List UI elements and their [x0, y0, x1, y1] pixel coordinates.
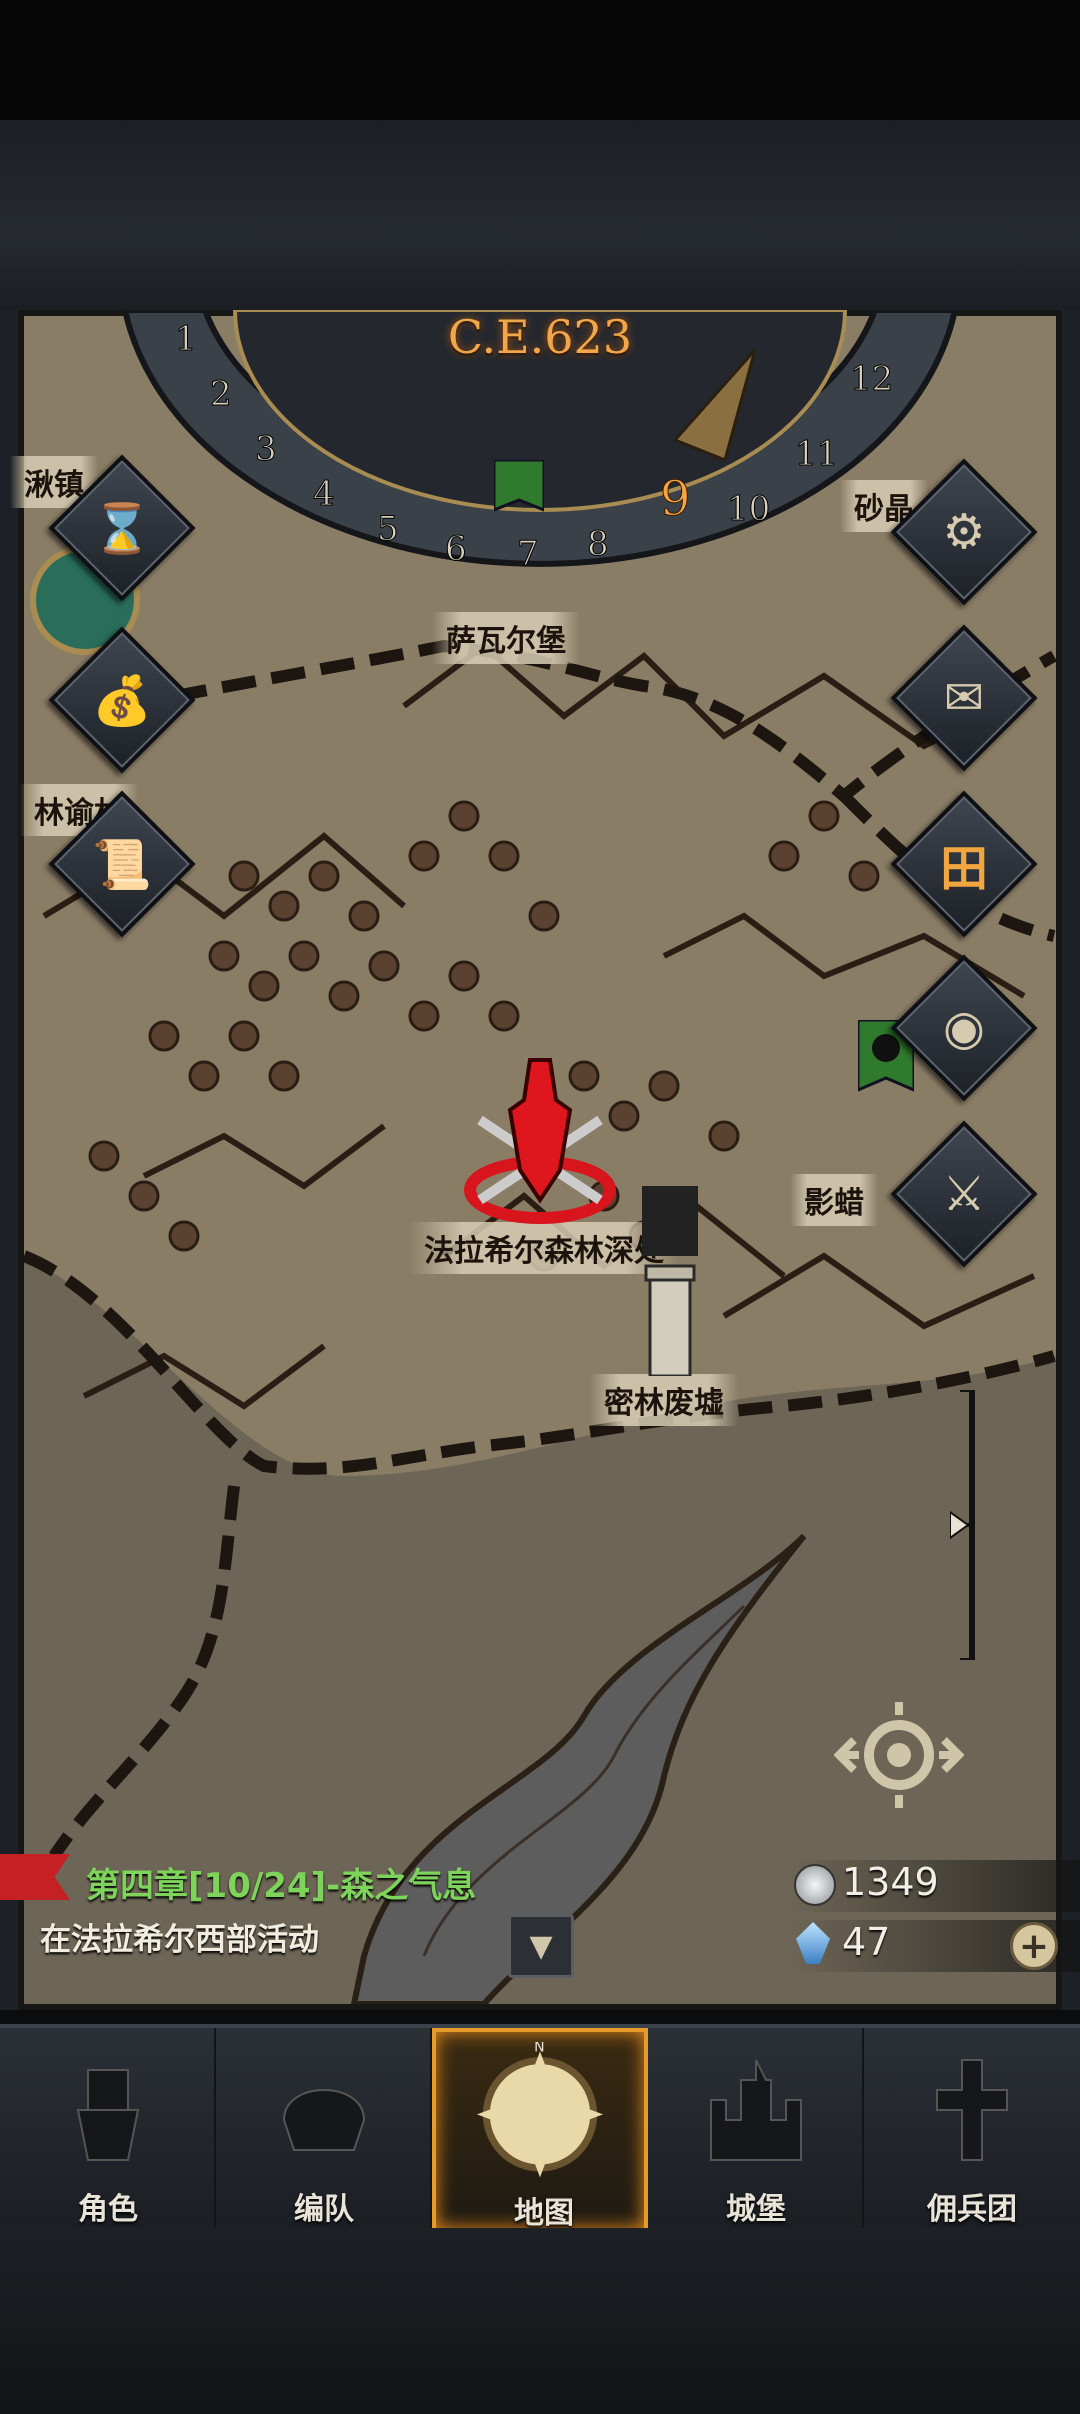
month-10: 10: [727, 489, 770, 529]
month-12: 12: [850, 359, 893, 399]
castle-icon: [710, 2059, 802, 2161]
map-label-ruins[interactable]: 密林废墟: [590, 1374, 738, 1426]
nav-character-label: 角色: [78, 2192, 138, 2227]
month-3: 3: [255, 429, 277, 469]
nav-character[interactable]: 角色: [0, 2028, 216, 2232]
ruins-tower-icon[interactable]: [640, 1186, 700, 1376]
current-location-marker[interactable]: [460, 1050, 620, 1230]
nav-formation[interactable]: 编队: [216, 2028, 432, 2232]
month-5: 5: [377, 509, 399, 549]
helmet-icon: [282, 2089, 366, 2151]
month-11: 11: [795, 434, 838, 474]
compass-north-label: N: [534, 2042, 544, 2055]
zoom-slider[interactable]: [950, 1390, 978, 1660]
nav-castle[interactable]: 城堡: [648, 2028, 864, 2232]
compass-icon: N: [477, 2042, 603, 2178]
bottom-nav: 角色 编队 N 地图 城堡 佣兵团: [0, 2024, 1080, 2232]
add-crystal-button[interactable]: +: [1010, 1922, 1058, 1970]
month-2: 2: [210, 374, 232, 414]
money-bag-icon: 💰: [92, 672, 152, 729]
top-frame: [0, 120, 1080, 314]
mercenary-icon: [936, 2059, 1008, 2161]
nav-castle-label: 城堡: [726, 2192, 786, 2227]
silver-amount: 1349: [842, 1860, 939, 1904]
status-bar: [0, 0, 1080, 120]
nav-map[interactable]: N 地图: [432, 2028, 648, 2232]
month-4: 4: [313, 474, 335, 514]
month-8: 8: [587, 524, 609, 564]
month-6: 6: [445, 529, 467, 569]
year-display: C.E.623: [447, 310, 633, 364]
left-frame: [0, 310, 18, 2010]
current-month: 9: [660, 471, 691, 527]
mail-icon: ✉: [943, 670, 985, 726]
month-1: 1: [175, 319, 197, 359]
map-label-shadow[interactable]: 影蜡: [790, 1174, 878, 1226]
hourglass-icon: ⌛: [92, 500, 152, 557]
drum-icon: ◉: [943, 1000, 985, 1056]
month-7: 7: [517, 534, 539, 574]
scroll-icon: 📜: [92, 836, 152, 893]
bottom-frame: [0, 2228, 1080, 2414]
fort-banner-icon[interactable]: [494, 460, 544, 520]
knight-icon: [76, 2069, 140, 2161]
nav-mercenary-label: 佣兵团: [927, 2192, 1017, 2227]
grid-icon: 田: [939, 841, 988, 897]
nav-formation-label: 编队: [294, 2192, 354, 2227]
crystal-amount: 47: [842, 1920, 891, 1964]
right-frame: [1062, 310, 1080, 2010]
chevron-down-icon: ▼: [529, 1928, 553, 1964]
silver-coin-icon: [794, 1864, 836, 1906]
locate-button[interactable]: [834, 1700, 964, 1810]
quest-title[interactable]: 第四章[10/24]-森之气息: [86, 1858, 476, 1907]
nav-map-label: 地图: [514, 2196, 574, 2231]
helmet-icon: ⚔: [942, 1166, 986, 1222]
gear-icon: ⚙: [942, 504, 986, 560]
zoom-thumb[interactable]: [950, 1510, 970, 1540]
nav-mercenary[interactable]: 佣兵团: [864, 2028, 1080, 2232]
collapse-button[interactable]: ▼: [508, 1914, 574, 1978]
map-label-fort-sawaer[interactable]: 萨瓦尔堡: [432, 612, 580, 664]
quest-description: 在法拉希尔西部活动: [40, 1922, 319, 1958]
